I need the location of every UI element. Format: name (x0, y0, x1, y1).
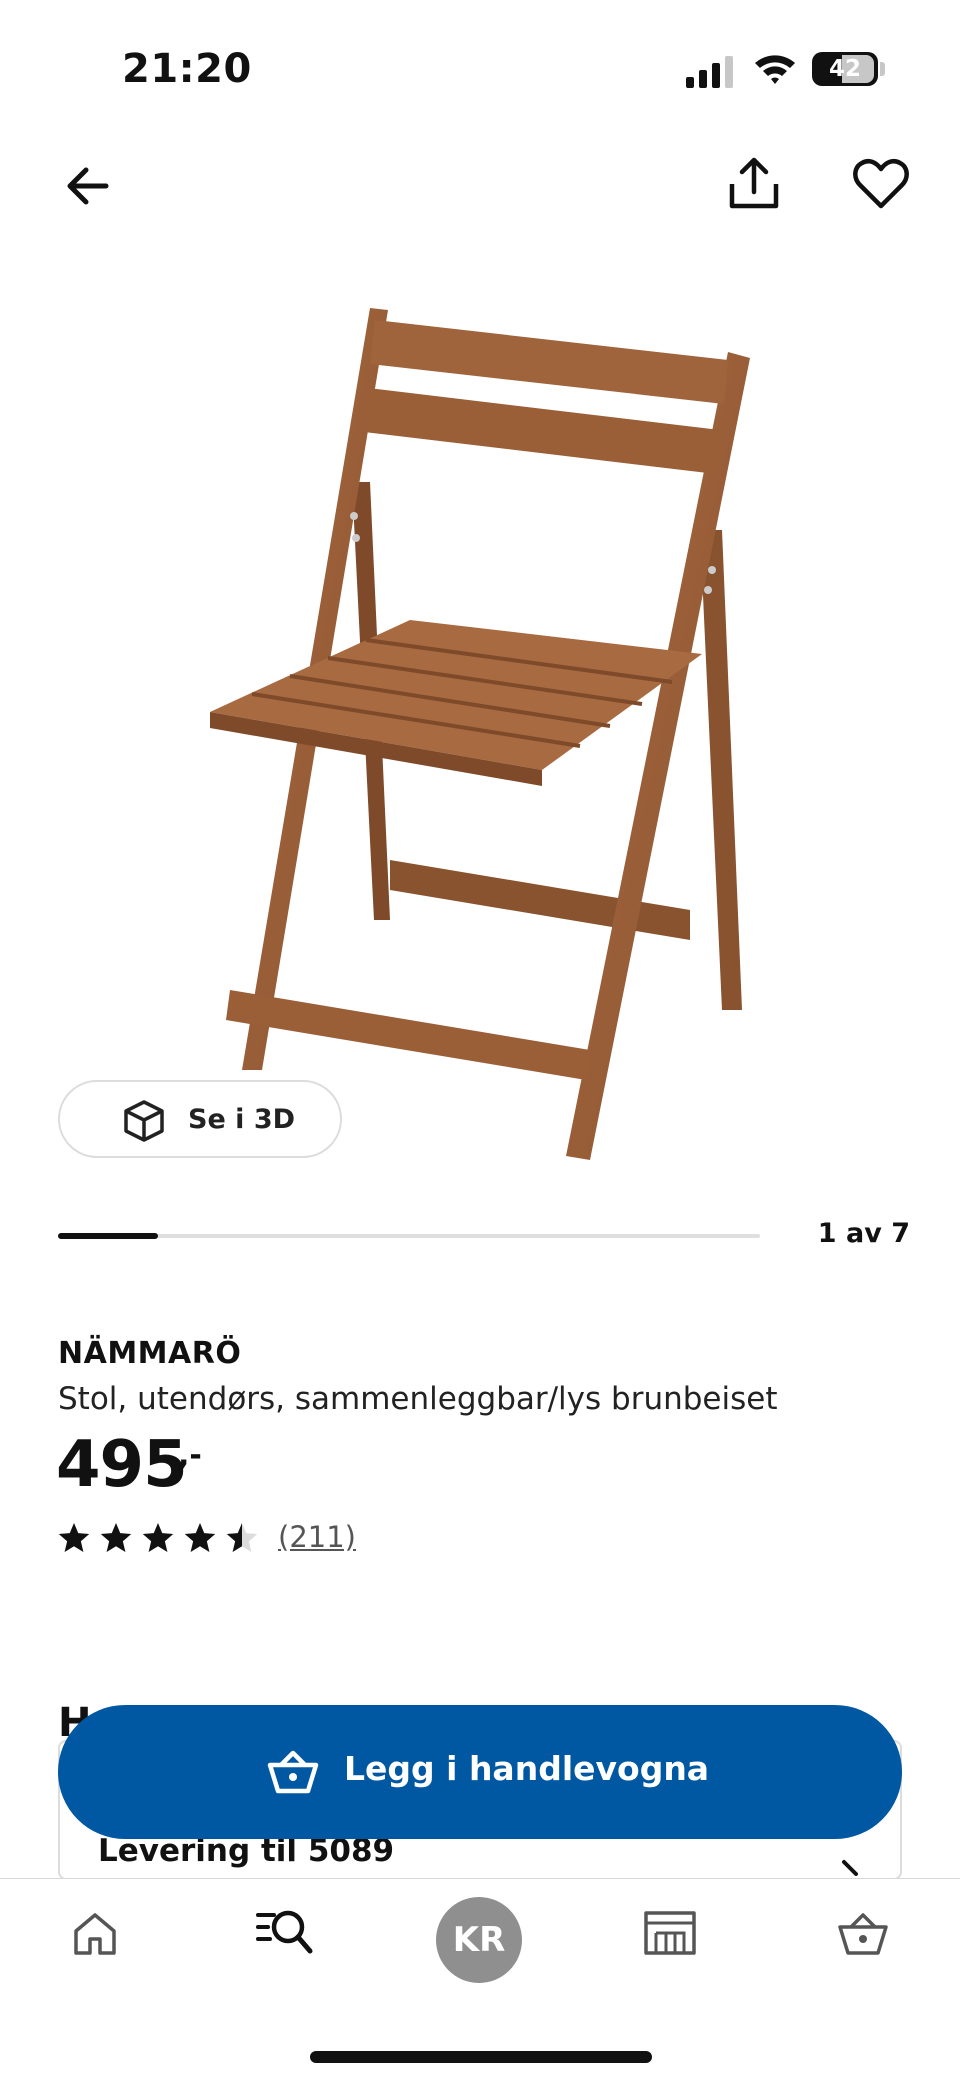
wifi-icon (755, 55, 795, 84)
product-price: 495 (56, 1428, 188, 1502)
product-name: NÄMMARÖ (58, 1336, 242, 1371)
status-bar: 21:20 42 (0, 0, 960, 140)
price-suffix: ,- (178, 1438, 202, 1473)
profile-avatar[interactable]: KR (436, 1897, 522, 1983)
review-count-link[interactable]: (211) (278, 1520, 356, 1554)
battery-icon: 42 (812, 52, 878, 86)
add-to-cart-label: Legg i handlevogna (344, 1749, 710, 1788)
add-to-cart-button[interactable]: Legg i handlevogna (58, 1705, 902, 1839)
back-button[interactable] (60, 158, 116, 214)
cube-icon (124, 1100, 164, 1142)
product-description: Stol, utendørs, sammenleggbar/lys brunbe… (58, 1381, 778, 1417)
arrow-left-icon (67, 167, 109, 205)
rating-star (58, 1523, 90, 1552)
share-icon (729, 157, 779, 209)
battery-level: 42 (828, 56, 861, 82)
bottom-tab-bar: KR (0, 1878, 960, 2082)
search-icon[interactable] (256, 1907, 314, 1955)
rating-star (142, 1523, 174, 1552)
store-icon[interactable] (644, 1909, 696, 1955)
favorite-button[interactable] (852, 156, 910, 212)
see-in-3d-button[interactable]: Se i 3D (58, 1080, 342, 1158)
home-icon[interactable] (72, 1911, 118, 1957)
status-time: 21:20 (122, 46, 252, 92)
cart-icon[interactable] (836, 1909, 890, 1957)
rating-star (100, 1523, 132, 1552)
image-pager-track (58, 1233, 760, 1239)
home-indicator (310, 2051, 652, 2063)
product-rating[interactable]: (211) (58, 1520, 378, 1560)
rating-star (184, 1523, 216, 1552)
share-button[interactable] (724, 154, 784, 214)
shopping-basket-icon (267, 1750, 319, 1794)
see-in-3d-label: Se i 3D (188, 1104, 296, 1135)
cellular-signal-icon (686, 56, 733, 88)
product-image[interactable] (190, 290, 790, 1190)
image-pager-progress (58, 1233, 158, 1239)
rating-stars (58, 1523, 258, 1552)
heart-icon (853, 159, 909, 209)
image-pager-label: 1 av 7 (817, 1218, 910, 1249)
